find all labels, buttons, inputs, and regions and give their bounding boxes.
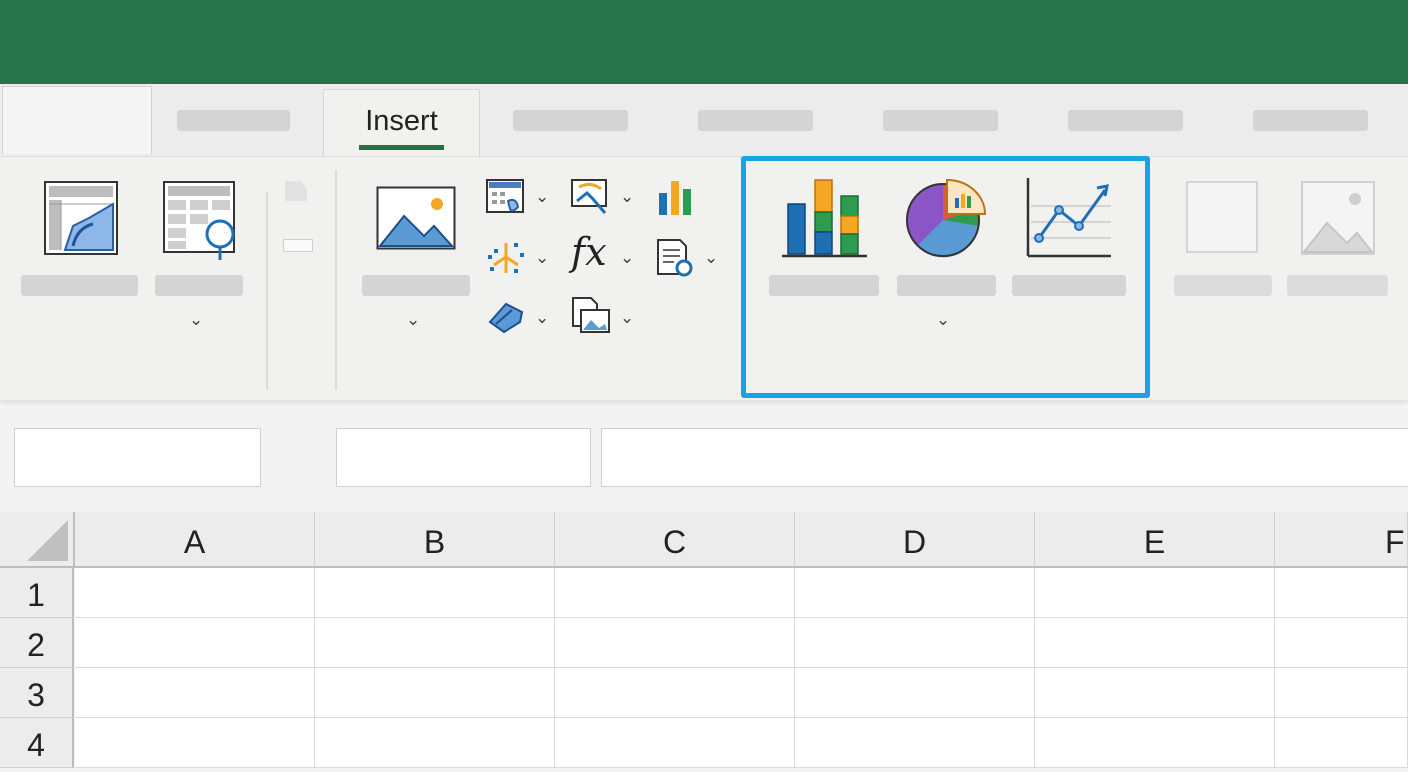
chevron-down-icon[interactable]: ⌄ [189, 311, 203, 328]
column-header-d[interactable]: D [795, 512, 1035, 568]
cell-b1[interactable] [315, 568, 555, 618]
chevron-down-icon[interactable]: ⌄ [620, 309, 634, 326]
row-header-1[interactable]: 1 [0, 568, 74, 618]
function-box[interactable] [336, 428, 591, 487]
cell-e1[interactable] [1035, 568, 1275, 618]
cell-c1[interactable] [555, 568, 795, 618]
cell-a2[interactable] [75, 618, 315, 668]
image-placeholder-icon[interactable] [1301, 181, 1375, 255]
image-placeholder-label[interactable] [1287, 275, 1388, 296]
column-header-e[interactable]: E [1035, 512, 1275, 568]
chevron-down-icon[interactable]: ⌄ [406, 311, 420, 328]
blank-shape-icon[interactable] [1186, 181, 1258, 253]
group-separator [335, 170, 337, 390]
tab-insert-label: Insert [365, 105, 438, 137]
smartart-icon[interactable] [486, 298, 526, 336]
chevron-down-icon[interactable]: ⌄ [535, 188, 549, 205]
cell-e2[interactable] [1035, 618, 1275, 668]
tab-review[interactable] [1253, 110, 1368, 131]
cell-b3[interactable] [315, 668, 555, 718]
cell-a3[interactable] [75, 668, 315, 718]
cell-d2[interactable] [795, 618, 1035, 668]
cell-f2[interactable] [1275, 618, 1408, 668]
cell-d3[interactable] [795, 668, 1035, 718]
cell-a4[interactable] [75, 718, 315, 768]
row-header-4[interactable]: 4 [0, 718, 74, 768]
cell-c3[interactable] [555, 668, 795, 718]
recommended-pivottable-icon[interactable] [162, 180, 240, 262]
cell-b2[interactable] [315, 618, 555, 668]
blank-shape-label[interactable] [1174, 275, 1272, 296]
formula-input[interactable] [601, 428, 1408, 487]
active-tab-indicator [359, 145, 444, 150]
row-header-3[interactable]: 3 [0, 668, 74, 718]
title-bar [0, 0, 1408, 84]
chevron-down-icon[interactable]: ⌄ [620, 249, 634, 266]
pivottable-icon[interactable] [43, 180, 119, 256]
chevron-down-icon[interactable]: ⌄ [620, 188, 634, 205]
charts-group-highlight [741, 156, 1150, 398]
screenshot-icon[interactable] [571, 296, 611, 336]
column-header-c[interactable]: C [555, 512, 795, 568]
column-header-b[interactable]: B [315, 512, 555, 568]
cell-f1[interactable] [1275, 568, 1408, 618]
link-icon[interactable] [571, 179, 611, 217]
cell-c2[interactable] [555, 618, 795, 668]
tab-home[interactable] [177, 110, 290, 131]
tab-file[interactable] [2, 86, 152, 154]
cell-f3[interactable] [1275, 668, 1408, 718]
tab-page-layout[interactable] [698, 110, 813, 131]
cell-a1[interactable] [75, 568, 315, 618]
shapes-icon[interactable] [486, 239, 526, 277]
cell-d1[interactable] [795, 568, 1035, 618]
row-header-2[interactable]: 2 [0, 618, 74, 668]
recommended-pivottable-label[interactable] [155, 275, 243, 296]
table-icon[interactable] [486, 179, 526, 217]
column-header-f[interactable]: F [1275, 512, 1408, 568]
tab-insert[interactable]: Insert [323, 89, 480, 158]
tab-formulas[interactable] [883, 110, 998, 131]
cell-e4[interactable] [1035, 718, 1275, 768]
pictures-icon[interactable] [376, 186, 456, 250]
cell-c4[interactable] [555, 718, 795, 768]
form-icon[interactable] [656, 238, 698, 278]
fx-icon[interactable]: fx [571, 233, 607, 271]
tab-draw[interactable] [513, 110, 628, 131]
cell-f4[interactable] [1275, 718, 1408, 768]
chevron-down-icon[interactable]: ⌄ [535, 309, 549, 326]
tab-data[interactable] [1068, 110, 1183, 131]
chevron-down-icon[interactable]: ⌄ [535, 249, 549, 266]
cell-d4[interactable] [795, 718, 1035, 768]
select-all-triangle-icon [27, 520, 68, 561]
cell-e3[interactable] [1035, 668, 1275, 718]
cell-b4[interactable] [315, 718, 555, 768]
faded-box-icon [283, 239, 313, 252]
chart-small-icon[interactable] [657, 179, 697, 217]
select-all-corner[interactable] [0, 512, 75, 568]
pictures-label[interactable] [362, 275, 470, 296]
name-box[interactable] [14, 428, 261, 487]
column-header-a[interactable]: A [75, 512, 315, 568]
pivottable-label[interactable] [21, 275, 138, 296]
chevron-down-icon[interactable]: ⌄ [704, 249, 718, 266]
group-separator [266, 192, 268, 390]
